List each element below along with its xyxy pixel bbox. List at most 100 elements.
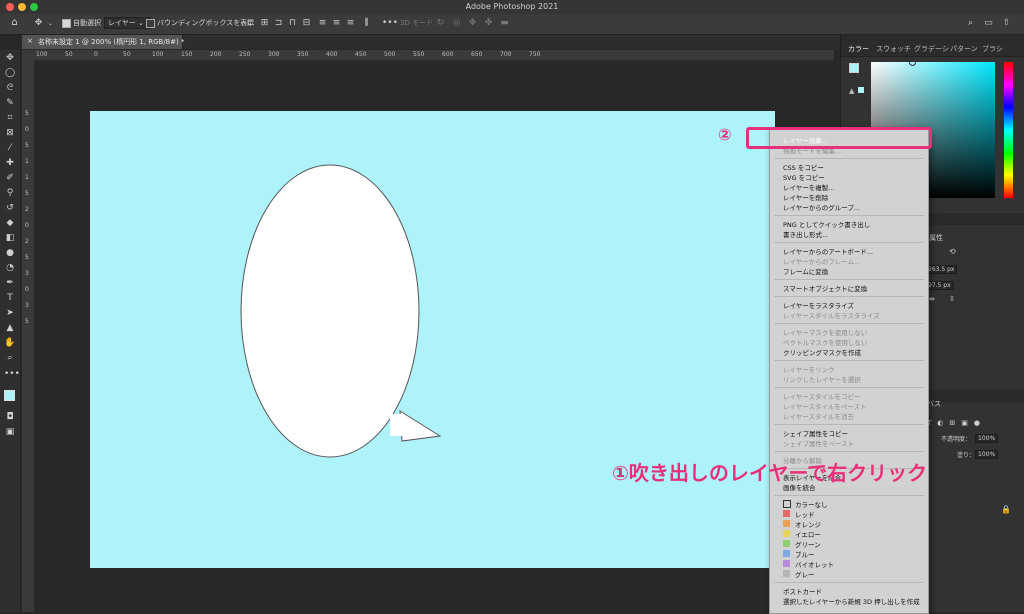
out-of-gamut-swatch[interactable]: [858, 87, 864, 93]
reset-icon[interactable]: ⟲: [949, 247, 956, 256]
height-field[interactable]: 97.5 px: [925, 281, 954, 290]
menu-item[interactable]: シェイプ属性をコピー: [783, 428, 848, 438]
layer-filter-icons[interactable]: T◐⊞▣●: [927, 419, 986, 427]
menu-item[interactable]: レイヤーを削除: [783, 192, 828, 202]
blur-tool-icon[interactable]: ●: [4, 247, 16, 259]
brush-tool-icon[interactable]: ✐: [4, 172, 16, 184]
flip-horizontal-icon[interactable]: ⇹: [929, 295, 935, 303]
align-center-icon[interactable]: ⊞: [260, 19, 269, 28]
fill-field[interactable]: 100%: [975, 450, 999, 459]
menu-item[interactable]: フレームに変換: [783, 266, 828, 276]
align-left-icon[interactable]: ⊏: [246, 19, 255, 28]
document-tab[interactable]: × 名称未設定 1 @ 200% (楕円形 1, RGB/8#) *: [22, 35, 184, 49]
menu-item[interactable]: 書き出し形式...: [783, 229, 828, 239]
menu-item[interactable]: レイヤーからのグループ...: [783, 202, 860, 212]
move-tool-icon[interactable]: ✥: [4, 52, 16, 64]
eyedropper-tool-icon[interactable]: ⁄: [4, 142, 16, 154]
pen-tool-icon[interactable]: ✒: [4, 277, 16, 289]
properties-tab[interactable]: 属性: [929, 233, 943, 243]
align-right-icon[interactable]: ⊐: [274, 19, 283, 28]
speech-bubble-tail[interactable]: [399, 410, 442, 442]
menu-item[interactable]: クリッピングマスクを作成: [783, 347, 861, 357]
align-top-icon[interactable]: ⊓: [288, 19, 297, 28]
eraser-tool-icon[interactable]: ◆: [4, 217, 16, 229]
more-tools-icon[interactable]: •••: [4, 368, 20, 380]
3d-pan-icon[interactable]: ✥: [468, 19, 477, 28]
panel-tab-2[interactable]: スウォッチ: [876, 44, 911, 54]
menu-item[interactable]: CSS をコピー: [783, 162, 824, 172]
clone-stamp-tool-icon[interactable]: ⚲: [4, 187, 16, 199]
show-bounding-box-checkbox[interactable]: バウンディングボックスを表示: [146, 18, 254, 28]
marquee-tool-icon[interactable]: ◯: [4, 67, 16, 79]
lasso-tool-icon[interactable]: ᘓ: [4, 82, 16, 94]
dodge-tool-icon[interactable]: ◔: [4, 262, 16, 274]
panel-tab-3[interactable]: グラデーシ: [914, 44, 949, 54]
panel-foreground-swatch[interactable]: [849, 63, 859, 73]
panel-tab-1[interactable]: カラー: [848, 44, 869, 54]
3d-rotate-icon[interactable]: ↻: [436, 19, 445, 28]
flip-vertical-icon[interactable]: ⇳: [949, 295, 955, 303]
menu-item[interactable]: レイヤーを複製...: [783, 182, 835, 192]
menu-item[interactable]: PNG としてクイック書き出し: [783, 219, 870, 229]
paint-bucket-tool-icon[interactable]: ◧: [4, 232, 16, 244]
document-canvas[interactable]: [90, 111, 775, 568]
menu-separator: [774, 360, 924, 361]
close-tab-icon[interactable]: ×: [27, 37, 33, 45]
menu-item[interactable]: ポストカード: [783, 586, 822, 596]
chevron-down-icon[interactable]: ⌄: [46, 19, 55, 28]
crop-tool-icon[interactable]: ⌗: [4, 112, 16, 124]
menu-item[interactable]: スマートオブジェクトに変換: [783, 283, 867, 293]
menu-item[interactable]: バイオレット: [795, 559, 834, 569]
healing-brush-tool-icon[interactable]: ✚: [4, 157, 16, 169]
distribute-horizontal-icon[interactable]: ⫼: [362, 19, 371, 28]
menu-item[interactable]: オレンジ: [795, 519, 821, 529]
history-brush-tool-icon[interactable]: ↺: [4, 202, 16, 214]
zoom-tool-icon[interactable]: ⌕: [4, 352, 16, 364]
quick-mask-icon[interactable]: ◘: [4, 411, 16, 423]
share-icon[interactable]: ⇧: [1002, 19, 1011, 28]
menu-item[interactable]: ブルー: [795, 549, 815, 559]
ruler-tick-label: 300: [268, 51, 280, 58]
screen-mode-icon[interactable]: ▣: [4, 426, 16, 438]
path-selection-tool-icon[interactable]: ➤: [4, 307, 16, 319]
shape-tool-icon[interactable]: ▲: [4, 322, 16, 334]
move-tool-icon[interactable]: ✥: [34, 19, 43, 28]
menu-item[interactable]: レイヤーからのアートボード...: [783, 246, 873, 256]
distribute-top-icon[interactable]: ≡: [318, 19, 327, 28]
width-field[interactable]: 263.5 px: [925, 265, 958, 274]
3d-roll-icon[interactable]: ◎: [452, 19, 461, 28]
search-icon[interactable]: ⌕: [966, 19, 975, 28]
speech-bubble-shape[interactable]: [90, 111, 775, 568]
type-tool-icon[interactable]: T: [4, 292, 16, 304]
annotation-highlight-box: [746, 127, 932, 149]
panel-tab-4[interactable]: パターン: [950, 44, 978, 54]
opacity-field[interactable]: 100%: [975, 434, 999, 443]
distribute-bottom-icon[interactable]: ≡: [346, 19, 355, 28]
menu-item[interactable]: イエロー: [795, 529, 821, 539]
menu-item[interactable]: レイヤーをラスタライズ: [783, 300, 854, 310]
auto-select-dropdown[interactable]: レイヤー ⌄: [104, 17, 151, 29]
menu-item[interactable]: グリーン: [795, 539, 821, 549]
menu-item[interactable]: SVG をコピー: [783, 172, 825, 182]
frame-tool-icon[interactable]: ⊠: [4, 127, 16, 139]
align-middle-icon[interactable]: ⊟: [302, 19, 311, 28]
paths-tab[interactable]: バス: [927, 399, 941, 409]
3d-scale-icon[interactable]: ▬: [500, 19, 509, 28]
hue-slider[interactable]: [1004, 62, 1013, 198]
home-icon[interactable]: ⌂: [10, 18, 19, 28]
foreground-color-swatch[interactable]: [4, 390, 15, 401]
speech-bubble-ellipse[interactable]: [240, 164, 420, 458]
auto-select-checkbox[interactable]: 自動選択 :: [62, 18, 106, 28]
workspace-icon[interactable]: ▭: [984, 19, 993, 28]
menu-item[interactable]: カラーなし: [795, 499, 828, 509]
distribute-middle-icon[interactable]: ≡: [332, 19, 341, 28]
menu-item[interactable]: 選択したレイヤーから新規 3D 押し出しを作成: [783, 596, 920, 606]
quick-select-tool-icon[interactable]: ✎: [4, 97, 16, 109]
hand-tool-icon[interactable]: ✋: [4, 337, 16, 349]
menu-item[interactable]: レッド: [795, 509, 815, 519]
panel-tab-5[interactable]: ブラシ: [982, 44, 1003, 54]
picker-handle[interactable]: [909, 59, 916, 66]
more-options-icon[interactable]: •••: [382, 19, 398, 28]
menu-item[interactable]: グレー: [795, 569, 815, 579]
3d-slide-icon[interactable]: ✤: [484, 19, 493, 28]
